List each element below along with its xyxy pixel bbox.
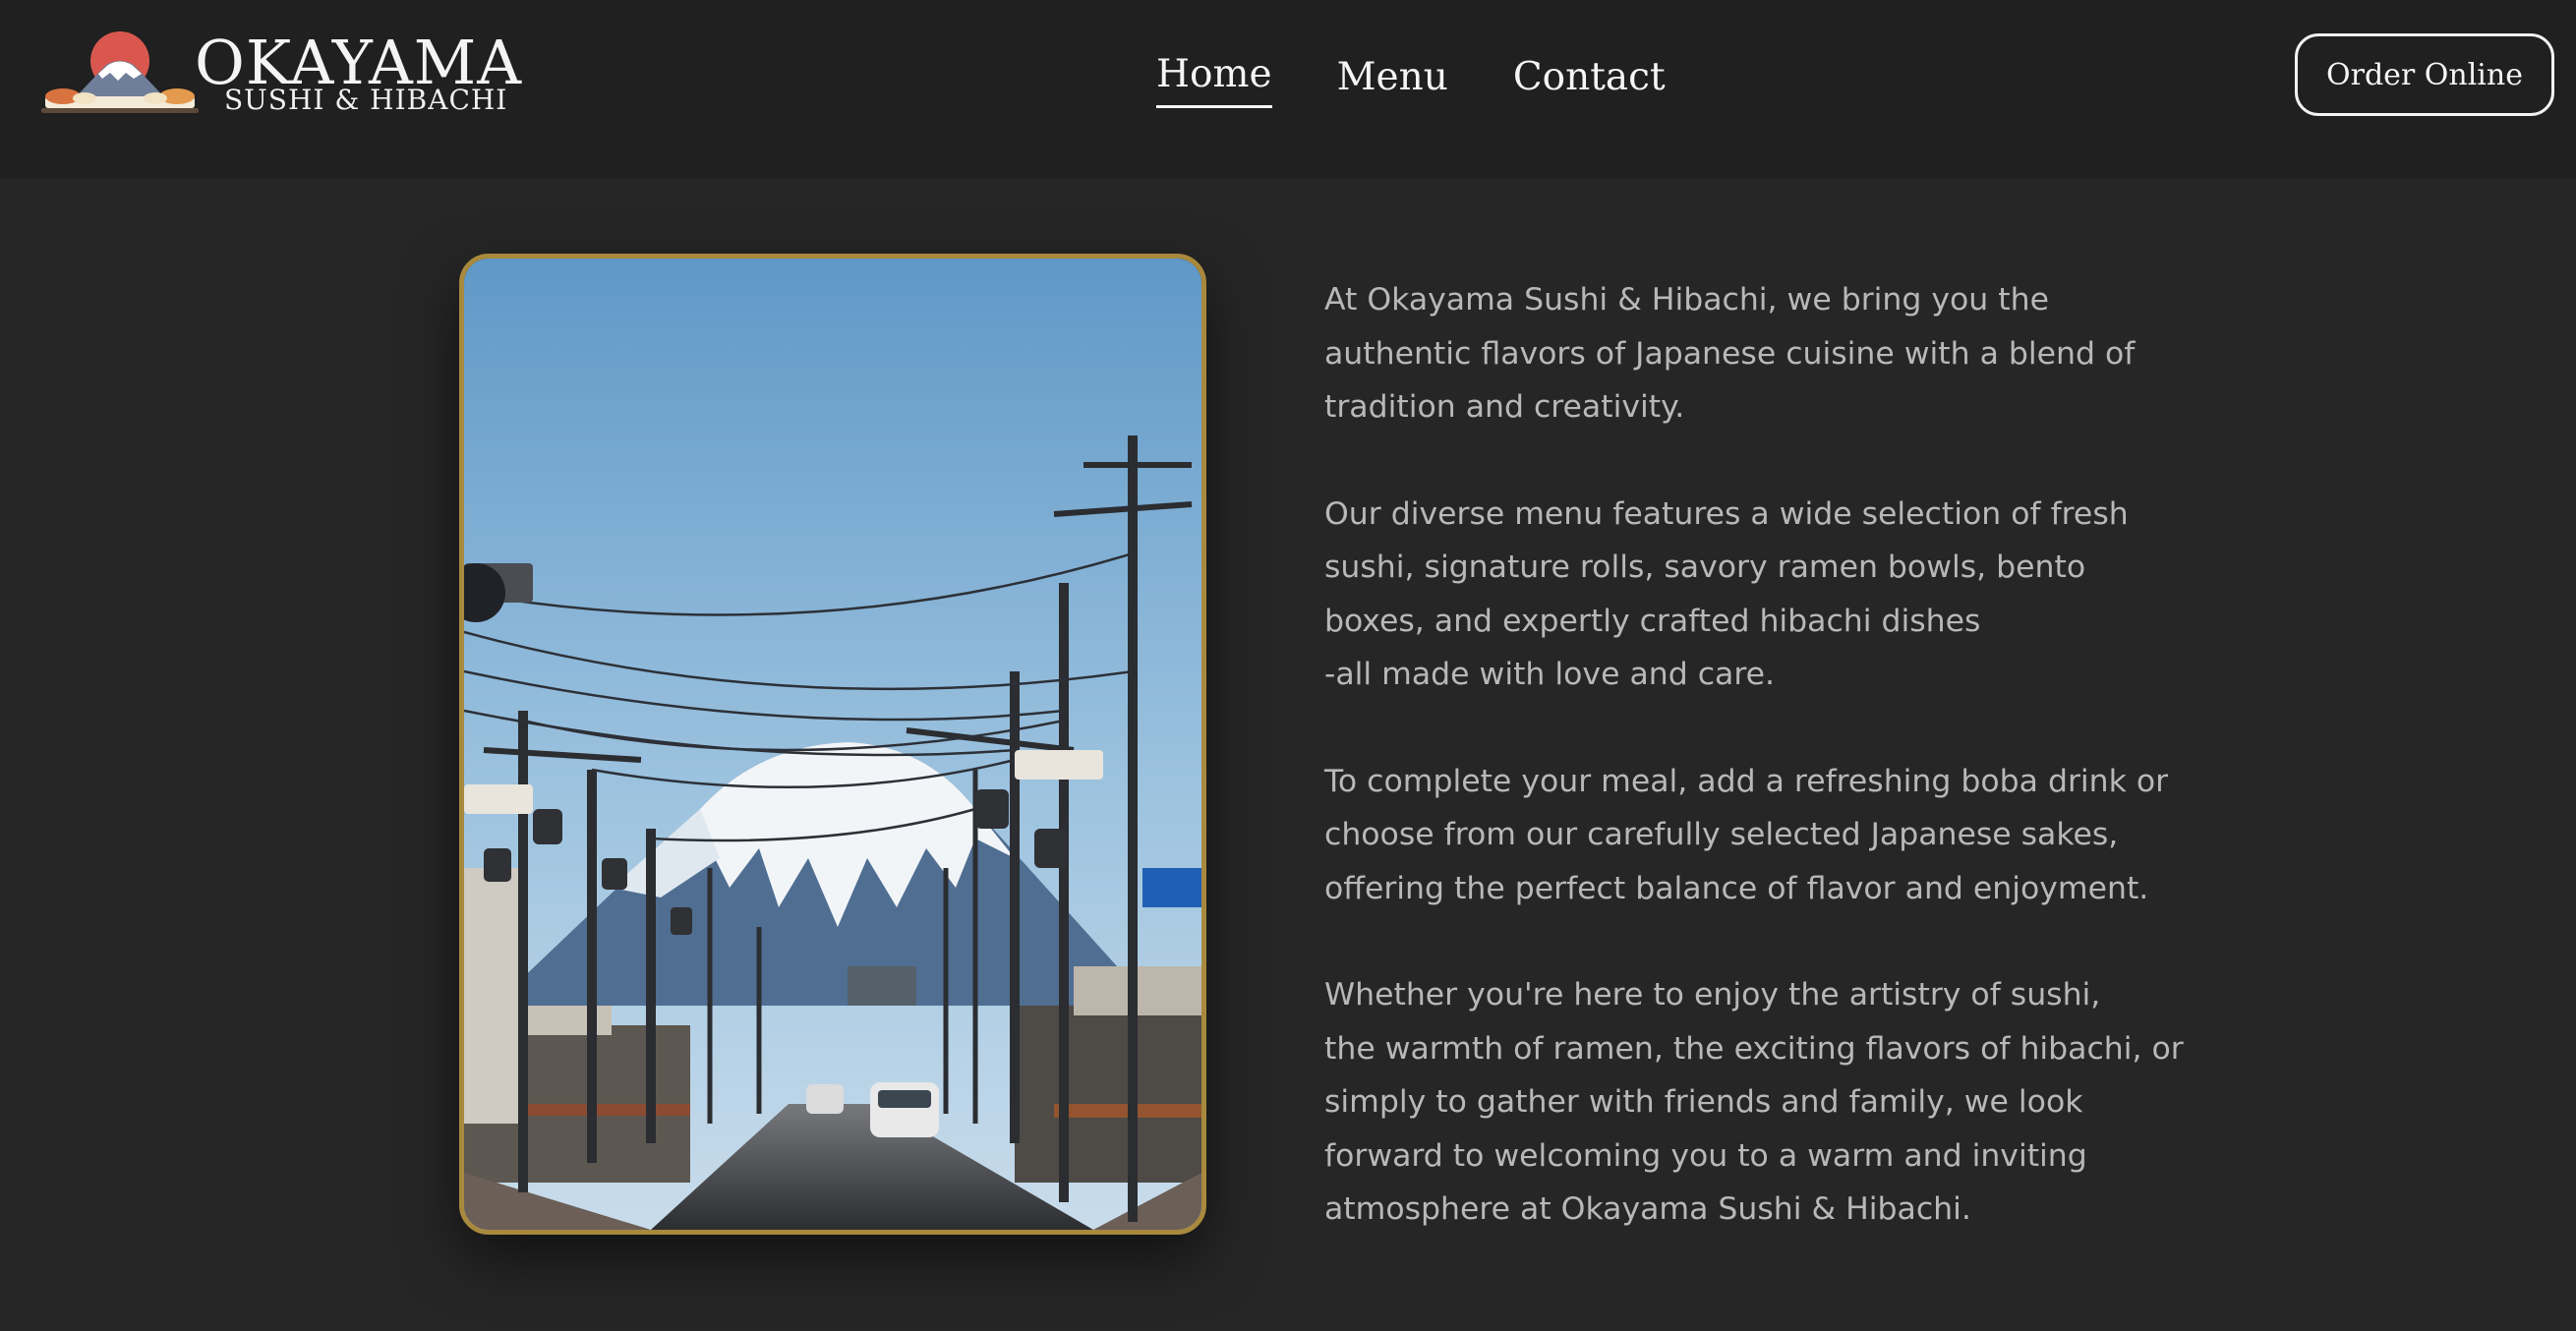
mount-fuji-sushi-logo-icon xyxy=(41,31,199,113)
about-paragraph-3: To complete your meal, add a refreshing … xyxy=(1324,763,2169,906)
mount-fuji-street-photo xyxy=(464,259,1201,1230)
hero-image xyxy=(459,254,1206,1235)
brand-logo[interactable]: OKAYAMA SUSHI & HIBACHI xyxy=(41,28,521,122)
main-nav: Home Menu Contact xyxy=(1156,49,1730,108)
about-section: At Okayama Sushi & Hibachi, we bring you… xyxy=(1324,273,2190,1290)
nav-menu[interactable]: Menu xyxy=(1337,49,1448,108)
order-online-button[interactable]: Order Online xyxy=(2295,33,2554,116)
nav-home[interactable]: Home xyxy=(1156,49,1272,108)
about-paragraph-4: Whether you're here to enjoy the artistr… xyxy=(1324,977,2184,1227)
site-header: OKAYAMA SUSHI & HIBACHI Home Menu Contac… xyxy=(0,0,2576,179)
about-paragraph-2: Our diverse menu features a wide selecti… xyxy=(1324,495,2129,693)
about-paragraph-1: At Okayama Sushi & Hibachi, we bring you… xyxy=(1324,282,2136,425)
brand-tagline: SUSHI & HIBACHI xyxy=(224,84,508,116)
nav-contact[interactable]: Contact xyxy=(1513,49,1666,108)
